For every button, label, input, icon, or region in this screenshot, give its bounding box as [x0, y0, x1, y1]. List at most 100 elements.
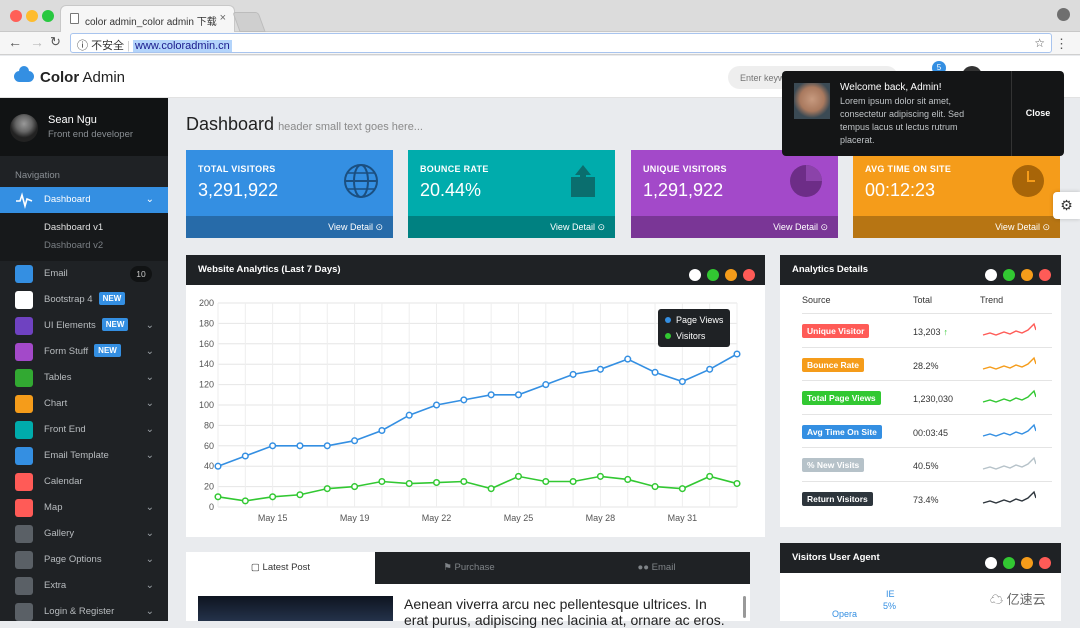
collapse-icon[interactable]: [725, 269, 737, 281]
data-point[interactable]: [733, 479, 741, 488]
tab-purchase[interactable]: ⚑ Purchase: [375, 552, 563, 584]
data-point[interactable]: [596, 365, 604, 373]
sidebar-item-email[interactable]: Email 10: [0, 261, 168, 287]
sidebar-item-tables[interactable]: Tables ⌄: [0, 365, 168, 391]
maximize-window-dot[interactable]: [42, 10, 54, 22]
data-point[interactable]: [651, 483, 659, 491]
app-logo[interactable]: Color Admin: [14, 66, 125, 86]
data-point[interactable]: [706, 472, 714, 480]
notification-close-button[interactable]: Close: [1011, 71, 1064, 156]
sidebar-profile[interactable]: Sean Ngu Front end developer: [0, 98, 168, 156]
data-point[interactable]: [432, 478, 441, 487]
expand-icon[interactable]: [689, 269, 701, 281]
sidebar-item-bootstrap-4[interactable]: Bootstrap 4 NEW: [0, 287, 168, 313]
data-point[interactable]: [569, 477, 577, 486]
data-point[interactable]: [241, 452, 249, 460]
sidebar-user-role: Front end developer: [48, 129, 134, 140]
stat-card-unique-visitors: UNIQUE VISITORS 1,291,922 View Detail ⊙: [631, 150, 838, 238]
submenu-item[interactable]: Dashboard v2: [0, 237, 168, 255]
gear-icon[interactable]: ⚙: [1053, 192, 1080, 219]
data-point[interactable]: [269, 442, 277, 450]
data-point[interactable]: [651, 368, 659, 376]
sidebar-item-calendar[interactable]: Calendar: [0, 469, 168, 495]
data-point[interactable]: [460, 396, 468, 404]
reload-icon[interactable]: [707, 269, 719, 281]
data-point[interactable]: [733, 350, 741, 358]
remove-icon[interactable]: [743, 269, 755, 281]
sidebar-item-login-register[interactable]: Login & Register ⌄: [0, 599, 168, 621]
browser-tab[interactable]: color admin_color admin 下载 ×: [60, 5, 235, 32]
data-point[interactable]: [487, 485, 495, 493]
view-detail-link[interactable]: View Detail ⊙: [853, 216, 1060, 238]
minimize-window-dot[interactable]: [26, 10, 38, 22]
data-point[interactable]: [323, 442, 331, 450]
reload-icon[interactable]: ↻: [50, 34, 61, 50]
data-point[interactable]: [405, 411, 413, 419]
data-point[interactable]: [624, 475, 632, 484]
data-point[interactable]: [514, 472, 523, 480]
sidebar-item-page-options[interactable]: Page Options ⌄: [0, 547, 168, 573]
data-point[interactable]: [706, 365, 714, 373]
data-point[interactable]: [487, 391, 495, 399]
sidebar-item-form-stuff[interactable]: Form Stuff NEW ⌄: [0, 339, 168, 365]
data-point[interactable]: [378, 426, 386, 435]
view-detail-link[interactable]: View Detail ⊙: [186, 216, 393, 238]
forward-icon[interactable]: →: [30, 34, 44, 50]
data-point[interactable]: [269, 493, 277, 501]
close-window-dot[interactable]: [10, 10, 22, 22]
data-point[interactable]: [378, 477, 386, 486]
view-detail-link[interactable]: View Detail ⊙: [408, 216, 615, 238]
data-point[interactable]: [351, 483, 359, 491]
data-point[interactable]: [678, 485, 686, 493]
sidebar-item-map[interactable]: Map ⌄: [0, 495, 168, 521]
sidebar-item-ui-elements[interactable]: UI Elements NEW ⌄: [0, 313, 168, 339]
data-point[interactable]: [569, 370, 577, 378]
data-point[interactable]: [405, 479, 413, 488]
data-point[interactable]: [351, 437, 359, 445]
arrow-up-icon: ↑: [943, 327, 949, 337]
reload-icon[interactable]: [1003, 269, 1015, 281]
data-point[interactable]: [542, 381, 550, 389]
sidebar-item-email-template[interactable]: Email Template ⌄: [0, 443, 168, 469]
data-point[interactable]: [460, 477, 468, 486]
data-point[interactable]: [596, 472, 604, 480]
remove-icon[interactable]: [1039, 557, 1051, 569]
remove-icon[interactable]: [1039, 269, 1051, 281]
sidebar-item-front-end[interactable]: Front End ⌄: [0, 417, 168, 443]
expand-icon[interactable]: [985, 269, 997, 281]
back-icon[interactable]: ←: [8, 34, 22, 50]
data-point[interactable]: [432, 401, 441, 409]
sidebar-item-chart[interactable]: Chart ⌄: [0, 391, 168, 417]
tab-email[interactable]: ●● Email: [563, 552, 750, 584]
data-point[interactable]: [214, 462, 222, 470]
bookmark-star-icon[interactable]: ☆: [1034, 36, 1045, 50]
sidebar-item-extra[interactable]: Extra ⌄: [0, 573, 168, 599]
data-point[interactable]: [542, 477, 550, 486]
data-point[interactable]: [323, 485, 331, 493]
tab-close-icon[interactable]: ×: [220, 12, 226, 24]
browser-menu-icon[interactable]: ⋮: [1055, 36, 1068, 52]
data-point[interactable]: [514, 391, 523, 399]
data-point[interactable]: [296, 491, 304, 499]
scrollbar[interactable]: [743, 596, 746, 618]
view-detail-link[interactable]: View Detail ⊙: [631, 216, 838, 238]
data-point[interactable]: [214, 493, 222, 501]
reload-icon[interactable]: [1003, 557, 1015, 569]
submenu-item[interactable]: Dashboard v1: [0, 219, 168, 237]
profile-icon[interactable]: [1057, 8, 1070, 21]
collapse-icon[interactable]: [1021, 269, 1033, 281]
data-point[interactable]: [678, 377, 686, 386]
tab-latest-post[interactable]: ▢ Latest Post: [186, 552, 375, 584]
data-point[interactable]: [296, 442, 304, 450]
sidebar-item-dashboard[interactable]: Dashboard ⌄: [0, 187, 168, 213]
expand-icon[interactable]: [985, 557, 997, 569]
data-point[interactable]: [241, 497, 249, 505]
data-point[interactable]: [624, 355, 632, 363]
trend-sparkline: [982, 322, 1036, 336]
stat-label: TOTAL VISITORS: [198, 164, 276, 174]
arrow-circle-icon: ⊙: [594, 222, 605, 232]
new-tab-button[interactable]: [232, 12, 266, 32]
sidebar-item-gallery[interactable]: Gallery ⌄: [0, 521, 168, 547]
collapse-icon[interactable]: [1021, 557, 1033, 569]
address-input[interactable]: ⓘ 不安全 | www.coloradmin.cn ☆: [70, 33, 1052, 53]
